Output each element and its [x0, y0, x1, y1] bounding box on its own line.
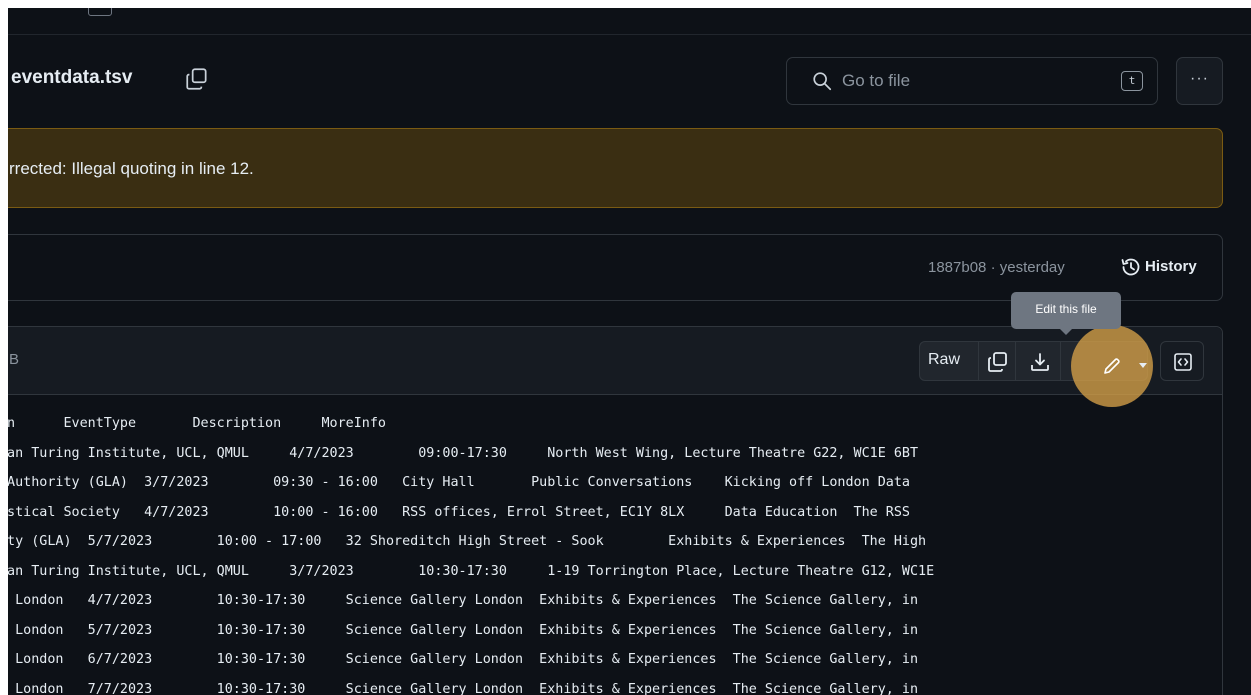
file-line: lan Turing Institute, UCL, QMUL 3/7/2023…: [8, 563, 935, 579]
file-title: eventdata.tsv: [11, 67, 133, 88]
latest-commit-bar: 1887b08 · yesterday History: [8, 234, 1223, 301]
divider: [978, 342, 979, 380]
file-line: e London 6/7/2023 10:30-17:30 Science Ga…: [8, 652, 919, 667]
edit-tooltip: Edit this file: [1011, 292, 1121, 335]
go-to-file-search[interactable]: Go to file t: [786, 57, 1158, 105]
file-line: e London 5/7/2023 10:30-17:30 Science Ga…: [8, 622, 919, 638]
file-line: e London 4/7/2023 10:30-17:30 Science Ga…: [8, 593, 919, 608]
warning-message: rrected: Illegal quoting in line 12.: [9, 159, 254, 178]
github-file-view: eventdata.tsv Go to file t ··· rrected: …: [8, 8, 1251, 695]
divider: [1015, 342, 1016, 380]
raw-button[interactable]: Raw: [928, 351, 960, 369]
copy-raw-icon[interactable]: [986, 350, 1010, 374]
divider: [1060, 342, 1061, 380]
file-line: lan Turing Institute, UCL, QMUL 4/7/2023…: [8, 445, 919, 461]
chevron-down-icon[interactable]: [1139, 363, 1147, 368]
commit-meta[interactable]: 1887b08 · yesterday: [928, 259, 1065, 276]
search-icon: [813, 72, 832, 91]
download-icon[interactable]: [1028, 350, 1052, 374]
file-lines: on EventType Description MoreInfo lan Tur…: [8, 409, 934, 695]
file-content-box: B Raw on EventType Description MoreInfo …: [8, 326, 1223, 695]
file-line: e London 7/7/2023 10:30-17:30 Science Ga…: [8, 681, 919, 695]
file-line: ity (GLA) 5/7/2023 10:00 - 17:00 32 Shor…: [8, 534, 927, 549]
more-options-button[interactable]: ···: [1176, 57, 1223, 105]
search-placeholder: Go to file: [842, 71, 911, 90]
file-toolbar: B Raw: [8, 327, 1222, 395]
top-breadcrumb-strip: [8, 8, 1251, 35]
file-line: Authority (GLA) 3/7/2023 09:30 - 16:00 C…: [8, 475, 910, 490]
csv-warning-banner: rrected: Illegal quoting in line 12.: [8, 128, 1223, 208]
history-link[interactable]: History: [1145, 258, 1197, 275]
kebab-horizontal-icon: ···: [1190, 70, 1209, 87]
pencil-icon[interactable]: [1100, 354, 1124, 378]
symbols-panel-button[interactable]: [1160, 341, 1204, 381]
file-line: on EventType Description MoreInfo: [8, 416, 386, 431]
copy-icon[interactable]: [184, 66, 210, 92]
file-size: B: [9, 351, 20, 368]
history-icon[interactable]: [1119, 255, 1143, 279]
code-square-icon: [1174, 353, 1192, 371]
repo-icon: [88, 8, 112, 16]
file-line: istical Society 4/7/2023 10:00 - 16:00 R…: [8, 504, 910, 520]
shortcut-key-badge: t: [1121, 71, 1143, 91]
